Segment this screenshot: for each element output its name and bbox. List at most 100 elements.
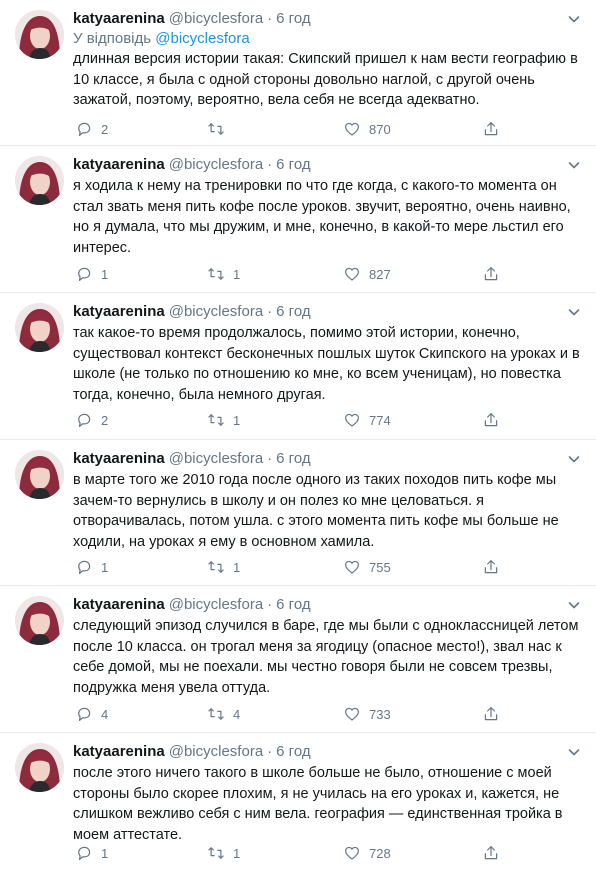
timestamp[interactable]: 6 год (276, 743, 310, 760)
separator-dot: · (267, 743, 273, 760)
separator-dot: · (267, 450, 273, 467)
heart-icon (345, 122, 359, 136)
tweet-content: katyaarenina @bicyclesfora · 6 год У відпов… (73, 9, 582, 111)
like-button[interactable]: 733 (343, 704, 391, 724)
retweet-count: 1 (233, 559, 241, 575)
chevron-down-icon[interactable] (566, 304, 582, 320)
avatar[interactable] (15, 156, 64, 205)
tweet-content: katyaarenina @bicyclesfora · 6 год следующи… (73, 595, 582, 698)
like-button[interactable]: 774 (343, 410, 391, 430)
reply-button[interactable]: 1 (75, 557, 108, 577)
avatar[interactable] (15, 743, 64, 792)
timestamp[interactable]: 6 год (276, 156, 310, 173)
tweet-header: katyaarenina @bicyclesfora · 6 год (73, 155, 582, 175)
tweet-text: следующий эпизод случился в баре, где мы… (73, 618, 579, 696)
retweet-button[interactable]: 1 (207, 843, 240, 863)
user-handle[interactable]: @bicyclesfora (169, 596, 263, 613)
user-handle[interactable]: @bicyclesfora (169, 743, 263, 760)
reply-button[interactable]: 2 (75, 119, 108, 139)
display-name[interactable]: katyaarenina (73, 10, 165, 27)
reply-context-label: У відповідь (73, 30, 156, 47)
like-button[interactable]: 827 (343, 264, 391, 284)
like-button[interactable]: 870 (343, 119, 391, 139)
reply-button[interactable]: 1 (75, 843, 108, 863)
reply-icon (78, 707, 91, 721)
timestamp[interactable]: 6 год (276, 450, 310, 467)
reply-button[interactable]: 4 (75, 704, 108, 724)
retweet-count: 1 (233, 412, 241, 428)
timestamp[interactable]: 6 год (276, 596, 310, 613)
like-button[interactable]: 755 (343, 557, 391, 577)
retweet-button[interactable]: 1 (207, 557, 240, 577)
reply-count: 2 (101, 412, 109, 428)
reply-icon (78, 560, 91, 574)
tweet[interactable]: katyaarenina @bicyclesfora · 6 год я ходила… (0, 146, 596, 293)
user-handle[interactable]: @bicyclesfora (169, 303, 263, 320)
retweet-icon (208, 847, 224, 859)
display-name[interactable]: katyaarenina (73, 156, 165, 173)
display-name[interactable]: katyaarenina (73, 596, 165, 613)
retweet-icon (208, 708, 224, 720)
share-button[interactable] (482, 410, 500, 430)
like-count: 827 (369, 266, 391, 282)
share-button[interactable] (482, 843, 500, 863)
retweet-count: 1 (233, 845, 241, 861)
display-name[interactable]: katyaarenina (73, 450, 165, 467)
reply-handle-link[interactable]: @bicyclesfora (155, 30, 249, 47)
reply-icon (78, 846, 91, 860)
reply-icon (78, 267, 91, 281)
tweet[interactable]: katyaarenina @bicyclesfora · 6 год следующи… (0, 586, 596, 733)
tweet-actions: 2 870 (73, 119, 593, 139)
avatar[interactable] (15, 450, 64, 499)
chevron-down-icon[interactable] (566, 597, 582, 613)
user-handle[interactable]: @bicyclesfora (169, 10, 263, 27)
share-button[interactable] (482, 557, 500, 577)
heart-icon (345, 267, 359, 281)
avatar[interactable] (15, 303, 64, 352)
avatar[interactable] (15, 596, 64, 645)
retweet-button[interactable]: 4 (207, 704, 240, 724)
timestamp[interactable]: 6 год (276, 10, 310, 27)
share-button[interactable] (482, 264, 500, 284)
chevron-down-icon[interactable] (566, 11, 582, 27)
share-button[interactable] (482, 119, 500, 139)
chevron-down-icon[interactable] (566, 451, 582, 467)
heart-icon (345, 846, 359, 860)
reply-count: 1 (101, 559, 109, 575)
retweet-icon (208, 414, 224, 426)
tweet-header: katyaarenina @bicyclesfora · 6 год (73, 449, 582, 469)
tweet[interactable]: katyaarenina @bicyclesfora · 6 год У відпов… (0, 0, 596, 146)
tweet-text: после этого ничего такого в школе больше… (73, 765, 563, 843)
tweet-header: katyaarenina @bicyclesfora · 6 год (73, 742, 582, 762)
like-count: 728 (369, 845, 391, 861)
reply-context: У відповідь @bicyclesfora (73, 29, 582, 48)
timestamp[interactable]: 6 год (276, 303, 310, 320)
user-handle[interactable]: @bicyclesfora (169, 450, 263, 467)
tweet[interactable]: katyaarenina @bicyclesfora · 6 год после эт… (0, 733, 596, 872)
tweet-text: в марте того же 2010 года после одного и… (73, 472, 559, 550)
heart-icon (345, 560, 359, 574)
like-count: 755 (369, 559, 391, 575)
separator-dot: · (267, 156, 273, 173)
tweet-text: я ходила к нему на тренировки по что где… (73, 178, 571, 256)
retweet-button[interactable] (207, 119, 233, 139)
reply-button[interactable]: 1 (75, 264, 108, 284)
share-icon (484, 267, 498, 281)
reply-button[interactable]: 2 (75, 410, 108, 430)
separator-dot: · (267, 596, 273, 613)
retweet-button[interactable]: 1 (207, 264, 240, 284)
tweet-header: katyaarenina @bicyclesfora · 6 год (73, 595, 582, 615)
chevron-down-icon[interactable] (566, 157, 582, 173)
user-handle[interactable]: @bicyclesfora (169, 156, 263, 173)
avatar[interactable] (15, 10, 64, 59)
tweet[interactable]: katyaarenina @bicyclesfora · 6 год в марте … (0, 440, 596, 586)
share-icon (484, 122, 498, 136)
share-button[interactable] (482, 704, 500, 724)
retweet-button[interactable]: 1 (207, 410, 240, 430)
chevron-down-icon[interactable] (566, 744, 582, 760)
display-name[interactable]: katyaarenina (73, 743, 165, 760)
tweet[interactable]: katyaarenina @bicyclesfora · 6 год так како… (0, 293, 596, 440)
display-name[interactable]: katyaarenina (73, 303, 165, 320)
like-button[interactable]: 728 (343, 843, 391, 863)
retweet-count: 1 (233, 266, 241, 282)
